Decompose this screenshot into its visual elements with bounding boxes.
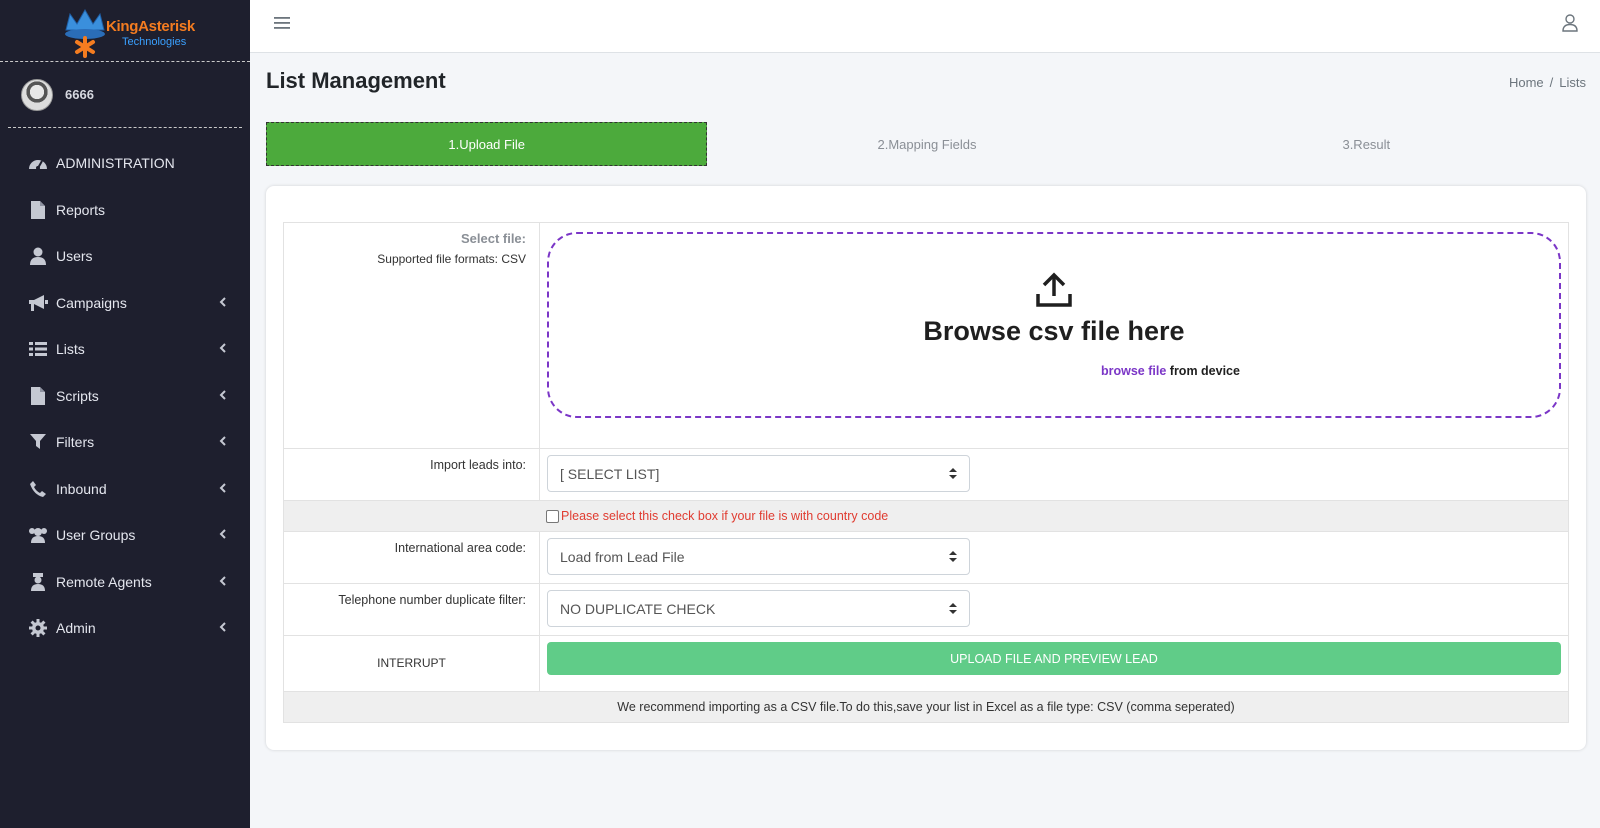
- sidebar-item-lists[interactable]: Lists: [0, 326, 250, 373]
- sidebar-item-label: ADMINISTRATION: [56, 155, 175, 172]
- chevron-left-icon: [219, 436, 226, 446]
- drop-zone-suffix: from device: [1169, 364, 1240, 378]
- file-drop-zone[interactable]: Browse csv file here browse file from de…: [547, 232, 1561, 418]
- brand-name: KingAsterisk: [106, 17, 195, 35]
- filter-icon: [28, 432, 48, 452]
- chevron-left-icon: [219, 529, 226, 539]
- area-code-label: International area code:: [284, 532, 540, 583]
- brand-subtitle: Technologies: [122, 35, 187, 48]
- dashboard-icon: [28, 153, 48, 173]
- chevron-left-icon: [219, 389, 226, 400]
- avatar: [21, 78, 53, 111]
- user-panel[interactable]: 6666: [8, 62, 242, 128]
- duplicate-filter-select[interactable]: NO DUPLICATE CHECK: [547, 590, 970, 627]
- sidebar-item-label: User Groups: [56, 527, 136, 544]
- browse-file-link[interactable]: browse file: [1101, 364, 1166, 378]
- breadcrumb-separator: /: [1549, 75, 1554, 90]
- sidebar-item-label: Remote Agents: [56, 573, 152, 590]
- interrupt-button[interactable]: INTERRUPT: [284, 636, 540, 691]
- chevron-left-icon: [219, 575, 226, 586]
- drop-zone-title: Browse csv file here: [923, 316, 1185, 346]
- breadcrumb: Home / Lists: [1509, 75, 1586, 90]
- sidebar-item-filters[interactable]: Filters: [0, 419, 250, 466]
- step-upload-file[interactable]: 1.Upload File: [266, 122, 708, 166]
- sidebar-item-label: Lists: [56, 341, 85, 358]
- note-row: We recommend importing as a CSV file.To …: [284, 692, 1568, 722]
- supported-formats-text: Supported file formats: CSV: [377, 252, 526, 266]
- duplicate-filter-value: NO DUPLICATE CHECK: [560, 600, 716, 617]
- user-account-icon[interactable]: [1562, 14, 1578, 32]
- crown-icon: [65, 8, 105, 58]
- megaphone-icon: [28, 293, 48, 313]
- sidebar-item-scripts[interactable]: Scripts: [0, 373, 250, 420]
- select-arrows-icon: [949, 468, 957, 479]
- user-name: 6666: [65, 87, 94, 102]
- sidebar-item-label: Filters: [56, 434, 95, 451]
- sidebar-item-inbound[interactable]: Inbound: [0, 466, 250, 513]
- upload-preview-button[interactable]: UPLOAD FILE AND PREVIEW LEAD: [547, 642, 1561, 675]
- logo: KingAsterisk Technologies: [60, 6, 195, 58]
- list-icon: [28, 339, 48, 359]
- user-icon: [28, 246, 48, 266]
- sidebar-item-admin[interactable]: Admin: [0, 605, 250, 652]
- area-code-value: Load from Lead File: [560, 548, 685, 565]
- upload-icon: [1036, 272, 1072, 307]
- sidebar-item-label: Reports: [56, 201, 106, 218]
- brand-logo[interactable]: KingAsterisk Technologies: [0, 0, 250, 62]
- step-result[interactable]: 3.Result: [1147, 122, 1586, 166]
- import-list-value: [ SELECT LIST]: [560, 465, 660, 482]
- sidebar-item-users[interactable]: Users: [0, 233, 250, 280]
- drop-zone-subtitle: browse file from device: [1101, 364, 1240, 378]
- import-leads-row: Import leads into: [ SELECT LIST]: [284, 449, 1568, 501]
- breadcrumb-current: Lists: [1559, 75, 1586, 90]
- chevron-left-icon: [219, 482, 226, 493]
- country-code-checkbox[interactable]: [546, 509, 559, 523]
- gear-icon: [28, 618, 48, 638]
- duplicate-filter-row: Telephone number duplicate filter: NO DU…: [284, 584, 1568, 636]
- sidebar-item-label: Scripts: [56, 387, 99, 404]
- sidebar: KingAsterisk Technologies 6666 ADMINISTR…: [0, 0, 250, 828]
- sidebar-item-remote-agents[interactable]: Remote Agents: [0, 559, 250, 606]
- import-leads-label: Import leads into:: [284, 449, 540, 500]
- top-navbar: [250, 0, 1600, 53]
- upload-card: Select file: Supported file formats: CSV…: [266, 186, 1586, 750]
- chevron-left-icon: [219, 296, 226, 307]
- sidebar-item-reports[interactable]: Reports: [0, 187, 250, 234]
- users-icon: [28, 525, 48, 545]
- wizard-steps: 1.Upload File 2.Mapping Fields 3.Result: [266, 122, 1586, 166]
- select-file-row: Select file: Supported file formats: CSV…: [284, 223, 1568, 449]
- area-code-select[interactable]: Load from Lead File: [547, 538, 970, 575]
- chevron-left-icon: [219, 343, 226, 353]
- country-code-label: Please select this check box if your fil…: [561, 509, 889, 523]
- area-code-row: International area code: Load from Lead …: [284, 532, 1568, 584]
- import-list-select[interactable]: [ SELECT LIST]: [547, 455, 970, 492]
- file-icon: [28, 386, 48, 406]
- chevron-left-icon: [219, 622, 226, 632]
- csv-recommendation-note: We recommend importing as a CSV file.To …: [617, 700, 1235, 714]
- sidebar-item-campaigns[interactable]: Campaigns: [0, 280, 250, 327]
- breadcrumb-home[interactable]: Home: [1509, 75, 1544, 90]
- agent-icon: [28, 572, 48, 592]
- duplicate-filter-label: Telephone number duplicate filter:: [284, 584, 540, 635]
- sidebar-item-label: Campaigns: [56, 294, 127, 311]
- hamburger-menu-icon[interactable]: [274, 16, 290, 30]
- select-file-label: Select file:: [460, 231, 526, 246]
- actions-row: INTERRUPT UPLOAD FILE AND PREVIEW LEAD: [284, 636, 1568, 692]
- sidebar-item-label: Users: [56, 248, 93, 265]
- sidebar-item-administration[interactable]: ADMINISTRATION: [0, 140, 250, 187]
- country-code-row: Please select this check box if your fil…: [284, 501, 1568, 532]
- phone-icon: [28, 479, 48, 499]
- sidebar-item-user-groups[interactable]: User Groups: [0, 512, 250, 559]
- step-mapping-fields[interactable]: 2.Mapping Fields: [707, 122, 1146, 166]
- select-arrows-icon: [949, 551, 957, 562]
- upload-form-table: Select file: Supported file formats: CSV…: [283, 222, 1569, 723]
- select-arrows-icon: [949, 603, 957, 614]
- page-title: List Management: [266, 68, 446, 93]
- sidebar-item-label: Admin: [56, 620, 96, 637]
- sidebar-nav: ADMINISTRATION Reports Users Campaigns L…: [0, 140, 250, 652]
- sidebar-item-label: Inbound: [56, 480, 107, 497]
- file-icon: [28, 200, 48, 220]
